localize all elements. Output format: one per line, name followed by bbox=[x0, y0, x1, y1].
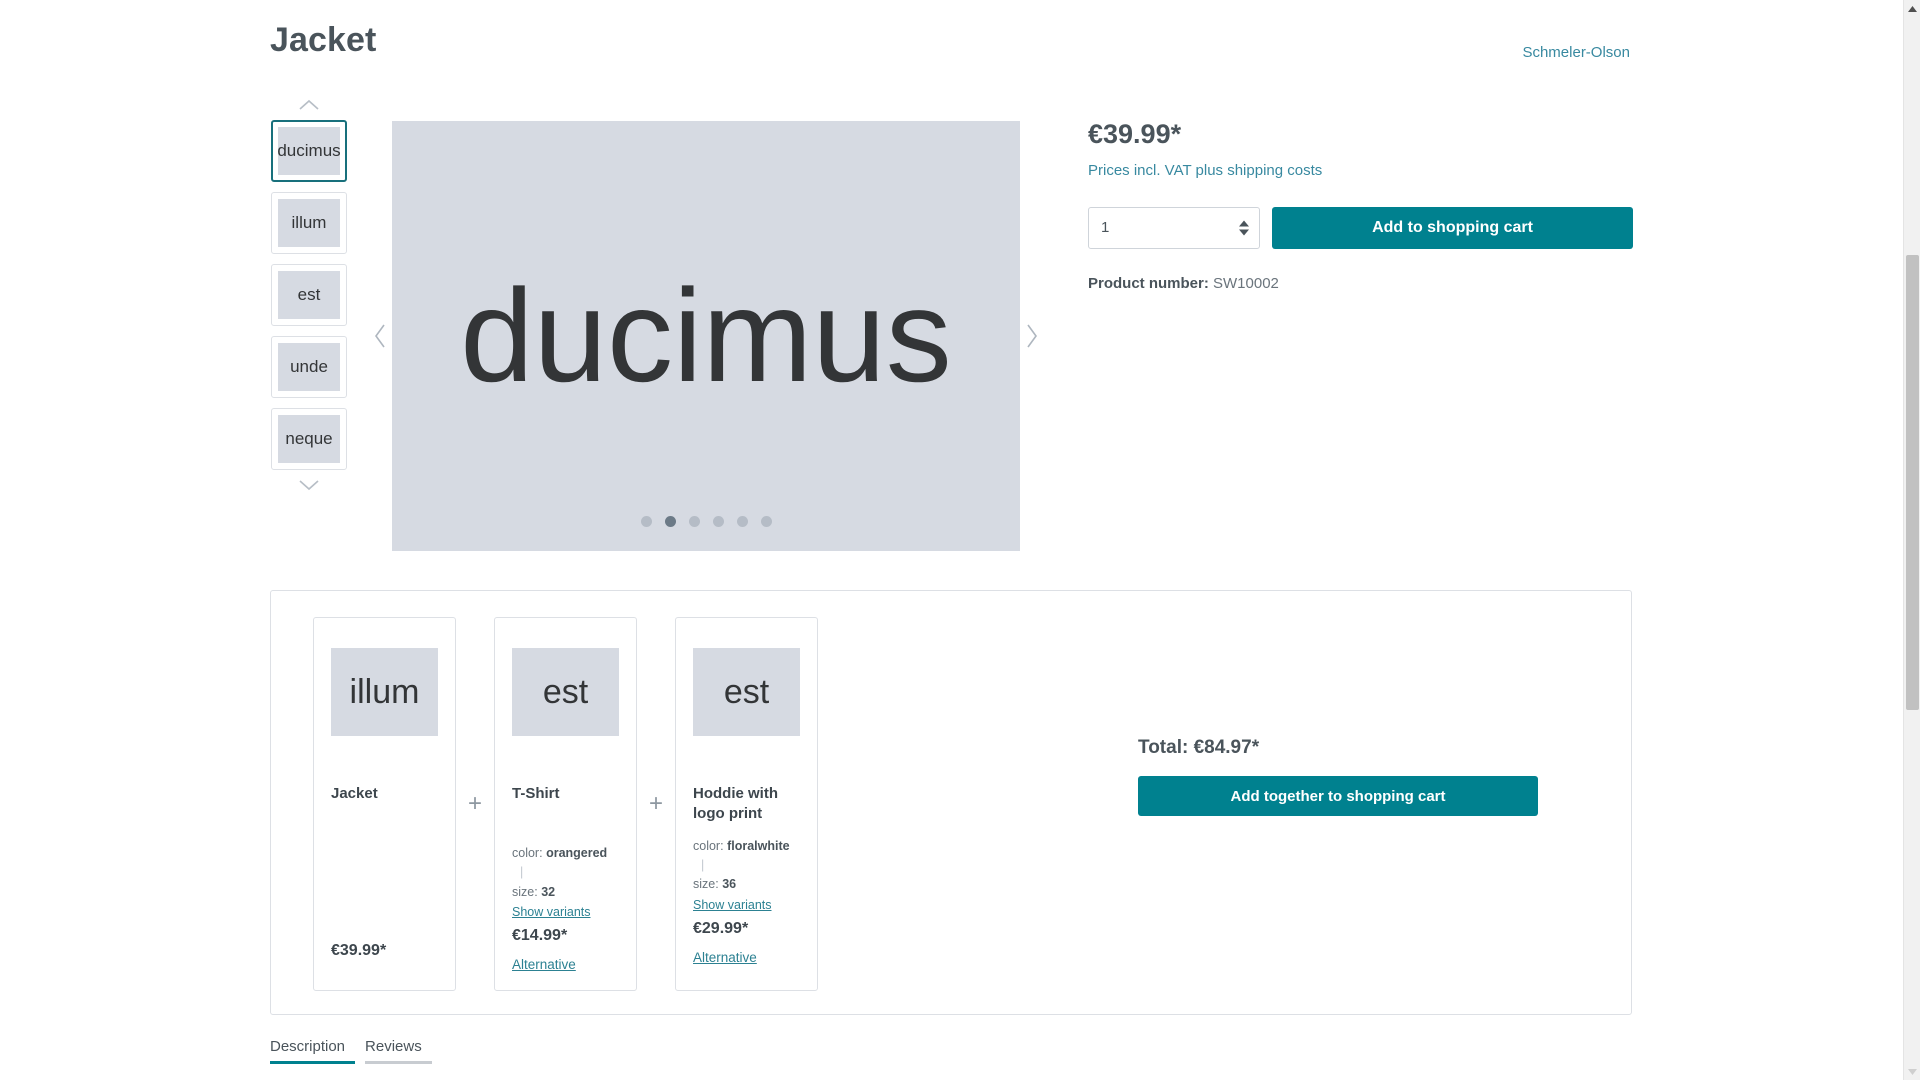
bundle-card-name[interactable]: T-Shirt bbox=[512, 784, 619, 804]
thumbnail-label: illum bbox=[291, 213, 327, 232]
color-label: color: bbox=[693, 838, 724, 853]
bundle-card: illum Jacket €39.99* bbox=[313, 617, 456, 991]
buy-row: 1 2 3 4 5 6 7 8 9 10 Add to shopping car… bbox=[1088, 206, 1633, 249]
tax-shipping-info[interactable]: Prices incl. VAT plus shipping costs bbox=[1088, 162, 1633, 179]
scroll-down-icon[interactable] bbox=[1904, 1063, 1920, 1080]
tab-reviews[interactable]: Reviews bbox=[365, 1038, 432, 1064]
thumbnail-image: est bbox=[278, 271, 340, 319]
color-value: floralwhite bbox=[727, 838, 790, 853]
alternative-link[interactable]: Alternative bbox=[512, 957, 619, 972]
bundle-card-image-label: est bbox=[542, 672, 589, 711]
page-header: Jacket Schmeler-Olson bbox=[270, 18, 1630, 74]
bundle-card-price: €29.99* bbox=[693, 919, 749, 937]
show-variants-link[interactable]: Show variants bbox=[512, 905, 619, 919]
bundle-card-image[interactable]: est bbox=[512, 648, 619, 736]
bundle-card-list: illum Jacket €39.99* + est T-Shirt color… bbox=[313, 617, 818, 991]
color-label: color: bbox=[512, 845, 543, 860]
bundle-card-image-label: est bbox=[723, 672, 770, 711]
product-gallery: ducimus illum est unde neque ducimus bbox=[270, 95, 1037, 555]
scrollbar-thumb[interactable] bbox=[1906, 255, 1919, 710]
main-image-carousel: ducimus bbox=[375, 121, 1037, 551]
bundle-section: illum Jacket €39.99* + est T-Shirt color… bbox=[270, 590, 1632, 1015]
product-detail-page: Jacket Schmeler-Olson ducimus illum est bbox=[0, 0, 1920, 1080]
product-number: Product number: SW10002 bbox=[1088, 275, 1633, 292]
bundle-card-image[interactable]: est bbox=[693, 648, 800, 736]
bundle-card-image-label: illum bbox=[349, 672, 420, 711]
bundle-summary: Total: €84.97* Add together to shopping … bbox=[1138, 737, 1538, 816]
tab-underline bbox=[270, 1061, 356, 1064]
scroll-up-icon[interactable] bbox=[1904, 0, 1920, 17]
bundle-card-options: color: orangered | size: 32 bbox=[512, 844, 619, 902]
thumbnail-label: ducimus bbox=[278, 141, 340, 160]
size-value: 32 bbox=[541, 884, 556, 899]
thumbnail-item[interactable]: ducimus bbox=[271, 120, 347, 182]
show-variants-link[interactable]: Show variants bbox=[693, 898, 800, 912]
plus-icon: + bbox=[648, 790, 663, 817]
chevron-up-icon[interactable] bbox=[289, 95, 329, 115]
size-value: 36 bbox=[722, 877, 737, 892]
carousel-dot[interactable] bbox=[712, 516, 724, 527]
tab-underline bbox=[365, 1061, 432, 1064]
product-price: €39.99* bbox=[1088, 119, 1182, 149]
main-product-image[interactable]: ducimus bbox=[392, 121, 1020, 551]
quantity-select-wrapper: 1 2 3 4 5 6 7 8 9 10 bbox=[1088, 206, 1260, 249]
bundle-card-price: €39.99* bbox=[331, 942, 387, 959]
bundle-total: Total: €84.97* bbox=[1138, 737, 1260, 758]
vertical-scrollbar[interactable] bbox=[1903, 0, 1920, 1080]
bundle-card-name[interactable]: Hoddie with logo print bbox=[693, 784, 800, 825]
chevron-right-icon[interactable] bbox=[1018, 314, 1046, 358]
carousel-dot-active[interactable] bbox=[664, 516, 676, 527]
carousel-dot[interactable] bbox=[760, 516, 772, 527]
add-together-button[interactable]: Add together to shopping cart bbox=[1138, 776, 1538, 816]
thumbnail-item[interactable]: est bbox=[271, 264, 347, 326]
carousel-dots bbox=[392, 516, 1020, 527]
thumbnail-item[interactable]: illum bbox=[271, 192, 347, 254]
thumbnail-label: unde bbox=[290, 357, 328, 376]
bundle-card-name[interactable]: Jacket bbox=[331, 784, 438, 804]
page-title: Jacket bbox=[270, 21, 377, 59]
quantity-select[interactable]: 1 2 3 4 5 6 7 8 9 10 bbox=[1088, 206, 1260, 249]
thumbnail-item[interactable]: neque bbox=[271, 408, 347, 470]
size-label: size: bbox=[512, 884, 538, 899]
alternative-link[interactable]: Alternative bbox=[693, 950, 800, 965]
option-separator: | bbox=[701, 857, 705, 872]
plus-icon: + bbox=[467, 790, 482, 817]
carousel-dot[interactable] bbox=[736, 516, 748, 527]
tab-reviews-label: Reviews bbox=[365, 1038, 422, 1055]
thumbnail-image: ducimus bbox=[278, 127, 340, 175]
manufacturer-link[interactable]: Schmeler-Olson bbox=[1522, 44, 1630, 61]
bundle-card: est Hoddie with logo print color: floral… bbox=[675, 617, 818, 991]
buy-box: €39.99* Prices incl. VAT plus shipping c… bbox=[1088, 119, 1633, 292]
thumbnail-image: neque bbox=[278, 415, 340, 463]
option-separator: | bbox=[520, 865, 524, 880]
chevron-down-icon[interactable] bbox=[289, 475, 329, 495]
thumbnail-image: illum bbox=[278, 199, 340, 247]
bundle-card-image[interactable]: illum bbox=[331, 648, 438, 736]
carousel-dot[interactable] bbox=[640, 516, 652, 527]
thumbnail-image: unde bbox=[278, 343, 340, 391]
product-number-label: Product number: bbox=[1088, 274, 1209, 292]
tab-description-label: Description bbox=[270, 1038, 346, 1055]
thumbnail-item[interactable]: unde bbox=[271, 336, 347, 398]
bundle-card-options: color: floralwhite | size: 36 bbox=[693, 837, 800, 895]
main-image-label: ducimus bbox=[460, 262, 952, 409]
size-label: size: bbox=[693, 877, 719, 892]
add-to-cart-button[interactable]: Add to shopping cart bbox=[1272, 206, 1633, 249]
thumbnail-column: ducimus illum est unde neque bbox=[270, 95, 348, 495]
color-value: orangered bbox=[546, 845, 608, 860]
tab-description[interactable]: Description bbox=[270, 1038, 356, 1064]
product-tabs: Description Reviews bbox=[270, 1038, 442, 1064]
bundle-card-price: €14.99* bbox=[512, 927, 568, 944]
carousel-dot[interactable] bbox=[688, 516, 700, 527]
chevron-left-icon[interactable] bbox=[366, 314, 394, 358]
thumbnail-label: neque bbox=[285, 429, 333, 448]
bundle-card: est T-Shirt color: orangered | size: 32 … bbox=[494, 617, 637, 991]
thumbnail-label: est bbox=[297, 285, 321, 304]
product-number-value: SW10002 bbox=[1213, 274, 1279, 292]
